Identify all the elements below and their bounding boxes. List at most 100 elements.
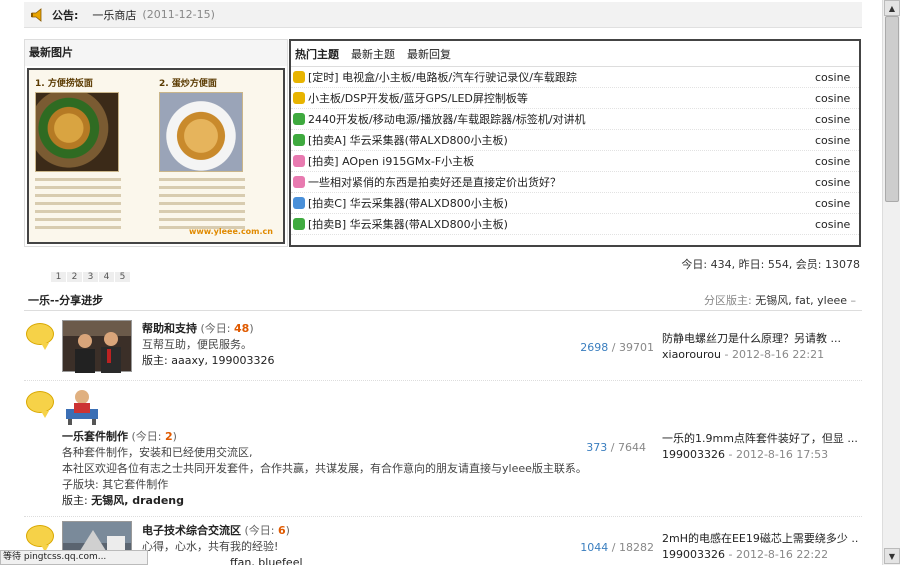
topic-item[interactable]: [拍卖B] 华云采集器(带ALXD800小主板) cosine: [291, 214, 859, 235]
forum-row: 一乐套件制作 (今日: 2) 各种套件制作，安装和已经使用交流区, 本社区欢迎各…: [24, 381, 862, 517]
forum-name[interactable]: 电子技术综合交流区: [142, 524, 241, 537]
last-post-title[interactable]: 一乐的1.9mm点阵套件装好了，但显 ...: [662, 431, 858, 447]
topic-item[interactable]: [拍卖C] 华云采集器(带ALXD800小主板) cosine: [291, 193, 859, 214]
slideshow-image[interactable]: 1. 方便捞饭面 2. 蛋炒方便面 www.yleee.com.cn: [27, 68, 285, 244]
topic-item[interactable]: 2440开发板/移动电源/播放器/车载跟踪器/标签机/对讲机 cosine: [291, 109, 859, 130]
last-post-user[interactable]: 199003326: [662, 448, 725, 461]
last-post-time: - 2012-8-16 22:21: [724, 348, 825, 361]
forum-row: 帮助和支持 (今日: 48) 互帮互助，便民服务。 版主: aaaxy, 199…: [24, 315, 862, 381]
topic-author[interactable]: cosine: [815, 113, 859, 126]
forum-info: 帮助和支持 (今日: 48) 互帮互助，便民服务。 版主: aaaxy, 199…: [142, 321, 274, 369]
topic-author[interactable]: cosine: [815, 71, 859, 84]
forum-page: 公告: 一乐商店 (2011-12-15) 最新图片 1. 方便捞饭面 2. 蛋…: [0, 0, 882, 565]
forum-status-icon: [26, 323, 54, 350]
topic-title[interactable]: 小主板/DSP开发板/蓝牙GPS/LED屏控制板等: [308, 90, 815, 106]
forum-counts: 373 / 7644: [556, 441, 646, 454]
last-post-user[interactable]: xiaorourou: [662, 348, 721, 361]
last-post-title[interactable]: 防静电螺丝刀是什么原理？另请教 ...: [662, 331, 858, 347]
announcement-label: 公告:: [52, 8, 79, 22]
forum-today: (今日: 2): [132, 430, 177, 443]
forum-description-2: 本社区欢迎各位有志之士共同开发套件，合作共赢，共谋发展，有合作意向的朋友请直接与…: [62, 462, 587, 475]
tab-new-topics[interactable]: 最新主题: [351, 46, 395, 62]
topic-type-icon: [293, 71, 305, 83]
latest-images-title: 最新图片: [25, 40, 287, 66]
forum-today-suffix: ): [172, 430, 177, 443]
topic-item[interactable]: [拍卖A] 华云采集器(带ALXD800小主板) cosine: [291, 130, 859, 151]
slideshow-page-1[interactable]: 1: [51, 272, 67, 282]
announcement-link[interactable]: 一乐商店: [92, 7, 136, 23]
forum-today-prefix: (今日:: [244, 524, 278, 537]
topic-item[interactable]: 小主板/DSP开发板/蓝牙GPS/LED屏控制板等 cosine: [291, 88, 859, 109]
forum-moderators[interactable]: ffan, bluefeel: [230, 556, 303, 565]
topic-type-icon: [293, 155, 305, 167]
forum-name[interactable]: 帮助和支持: [142, 322, 197, 335]
topic-item[interactable]: [拍卖] AOpen i915GMx-F小主板 cosine: [291, 151, 859, 172]
category-moderators-list[interactable]: 无锡风, fat, yleee: [755, 294, 847, 307]
scroll-up-icon[interactable]: ▲: [884, 0, 900, 16]
slideshow-page-3[interactable]: 3: [83, 272, 99, 282]
slideshow-page-4[interactable]: 4: [99, 272, 115, 282]
forum-moderators[interactable]: 无锡风, dradeng: [91, 494, 184, 507]
topic-list: [定时] 电视盒/小主板/电路板/汽车行驶记录仪/车载跟踪 cosine 小主板/D…: [291, 67, 859, 235]
category-title[interactable]: 一乐--分享进步: [24, 292, 704, 308]
topic-item[interactable]: [定时] 电视盒/小主板/电路板/汽车行驶记录仪/车载跟踪 cosine: [291, 67, 859, 88]
topic-author[interactable]: cosine: [815, 176, 859, 189]
scroll-down-icon[interactable]: ▼: [884, 548, 900, 564]
topics-tabs: 热门主题 最新主题 最新回复: [291, 41, 859, 67]
topic-title[interactable]: [拍卖A] 华云采集器(带ALXD800小主板): [308, 132, 815, 148]
topic-author[interactable]: cosine: [815, 197, 859, 210]
topic-author[interactable]: cosine: [815, 92, 859, 105]
scrollbar-thumb[interactable]: [885, 16, 899, 202]
forum-info: 电子技术综合交流区 (今日: 6) 心得，心水，共有我的经验! ffan, bl…: [142, 523, 303, 565]
topic-author[interactable]: cosine: [815, 218, 859, 231]
browser-status-bar: 等待 pingtcss.qq.com...: [0, 550, 148, 565]
forum-today-prefix: (今日:: [131, 430, 165, 443]
forum-thumbnail[interactable]: [62, 385, 102, 425]
forum-name[interactable]: 一乐套件制作: [62, 430, 128, 443]
forum-last-post: 一乐的1.9mm点阵套件装好了，但显 ... 199003326 - 2012-…: [662, 431, 858, 463]
topic-type-icon: [293, 134, 305, 146]
topic-type-icon: [293, 92, 305, 104]
vertical-scrollbar[interactable]: ▲ ▼: [882, 0, 900, 565]
topic-item[interactable]: 一些相对紧俏的东西是拍卖好还是直接定价出货好？ cosine: [291, 172, 859, 193]
recipe-caption-2: 2. 蛋炒方便面: [159, 79, 217, 89]
forum-today-suffix: ): [249, 322, 254, 335]
tab-new-replies[interactable]: 最新回复: [407, 46, 451, 62]
forum-moderators[interactable]: aaaxy, 199003326: [171, 354, 274, 367]
forum-moderators-label: 版主:: [142, 354, 168, 367]
recipe-text-2: [159, 178, 245, 229]
forum-thread-count: 2698: [580, 341, 609, 354]
topic-title[interactable]: [定时] 电视盒/小主板/电路板/汽车行驶记录仪/车载跟踪: [308, 69, 815, 85]
topic-title[interactable]: 一些相对紧俏的东西是拍卖好还是直接定价出货好？: [308, 174, 815, 190]
announcement-bar: 公告: 一乐商店 (2011-12-15): [24, 2, 862, 28]
megaphone-icon: [30, 7, 44, 22]
slideshow-page-5[interactable]: 5: [115, 272, 131, 282]
forum-row: 电子技术综合交流区 (今日: 6) 心得，心水，共有我的经验! ffan, bl…: [24, 517, 862, 565]
slideshow-page-2[interactable]: 2: [67, 272, 83, 282]
topic-title[interactable]: [拍卖C] 华云采集器(带ALXD800小主板): [308, 195, 815, 211]
forum-counts: 2698 / 39701: [564, 341, 654, 354]
forum-today-count: 6: [278, 524, 286, 537]
forum-post-count: / 18282: [611, 541, 654, 554]
topic-author[interactable]: cosine: [815, 155, 859, 168]
forum-thumbnail[interactable]: [62, 320, 132, 373]
forum-thread-count: 1044: [580, 541, 609, 554]
category-moderators-tail: –: [850, 293, 857, 307]
announcement-date: (2011-12-15): [142, 8, 215, 21]
topic-title[interactable]: [拍卖] AOpen i915GMx-F小主板: [308, 153, 815, 169]
topic-author[interactable]: cosine: [815, 134, 859, 147]
site-stats: 今日: 434, 昨日: 554, 会员: 13078: [681, 258, 860, 271]
topics-panel: 热门主题 最新主题 最新回复 [定时] 电视盒/小主板/电路板/汽车行驶记录仪/…: [289, 39, 861, 247]
recipe-column-1: 1. 方便捞饭面: [29, 70, 129, 234]
forum-status-icon: [26, 391, 54, 418]
rice-photo: [159, 92, 243, 172]
last-post-user[interactable]: 199003326: [662, 548, 725, 561]
forum-last-post: 防静电螺丝刀是什么原理？另请教 ... xiaorourou - 2012-8-…: [662, 331, 858, 363]
tab-hot-topics[interactable]: 热门主题: [295, 46, 339, 62]
forum-subforums[interactable]: 子版块: 其它套件制作: [62, 477, 587, 493]
topic-type-icon: [293, 176, 305, 188]
forum-today-count: 48: [234, 322, 250, 335]
topic-title[interactable]: [拍卖B] 华云采集器(带ALXD800小主板): [308, 216, 815, 232]
last-post-title[interactable]: 2mH的电感在EE19磁芯上需要绕多少 ...: [662, 531, 858, 547]
topic-title[interactable]: 2440开发板/移动电源/播放器/车载跟踪器/标签机/对讲机: [308, 111, 815, 127]
